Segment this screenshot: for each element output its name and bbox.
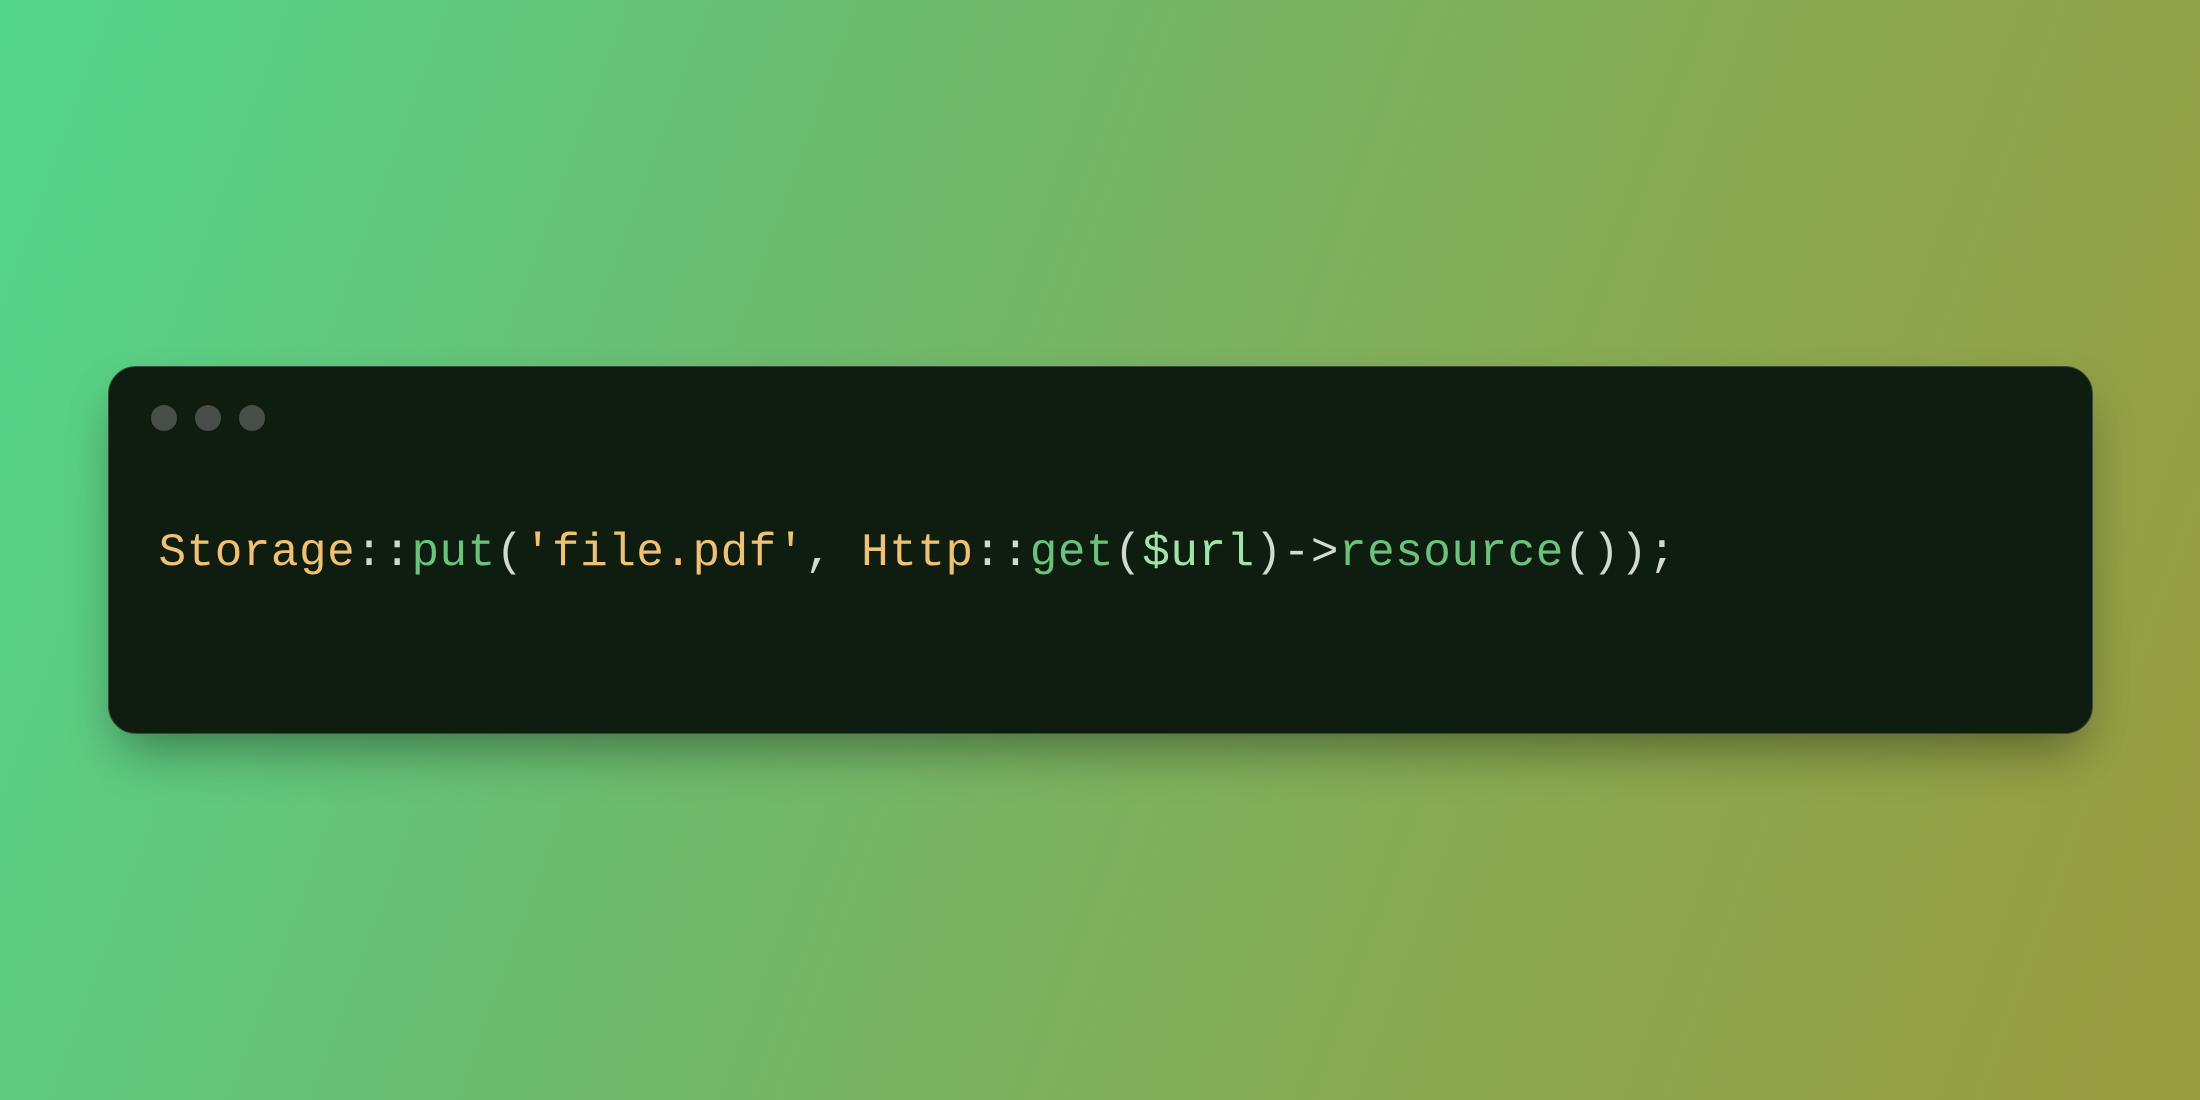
code-token-semicolon: ; xyxy=(1648,527,1676,579)
close-icon[interactable] xyxy=(151,405,177,431)
code-token-arrow: -> xyxy=(1283,527,1339,579)
code-token-method: get xyxy=(1030,527,1114,579)
traffic-lights xyxy=(151,405,265,431)
code-token-space xyxy=(833,527,861,579)
code-token-method: put xyxy=(411,527,495,579)
code-token-paren: ) xyxy=(1620,527,1648,579)
minimize-icon[interactable] xyxy=(195,405,221,431)
code-token-paren: ) xyxy=(1592,527,1620,579)
code-token-scope: :: xyxy=(974,527,1030,579)
code-token-class: Storage xyxy=(159,527,356,579)
code-token-comma: , xyxy=(805,527,833,579)
code-token-paren: ( xyxy=(496,527,524,579)
maximize-icon[interactable] xyxy=(239,405,265,431)
code-token-method: resource xyxy=(1339,527,1564,579)
code-token-paren: ) xyxy=(1255,527,1283,579)
code-token-variable: $url xyxy=(1142,527,1254,579)
code-window: Storage::put('file.pdf', Http::get($url)… xyxy=(108,366,2093,734)
code-token-paren: ( xyxy=(1114,527,1142,579)
code-token-scope: :: xyxy=(355,527,411,579)
code-token-class: Http xyxy=(861,527,973,579)
code-token-paren: ( xyxy=(1564,527,1592,579)
code-token-string: 'file.pdf' xyxy=(524,527,805,579)
code-snippet: Storage::put('file.pdf', Http::get($url)… xyxy=(159,527,1677,579)
